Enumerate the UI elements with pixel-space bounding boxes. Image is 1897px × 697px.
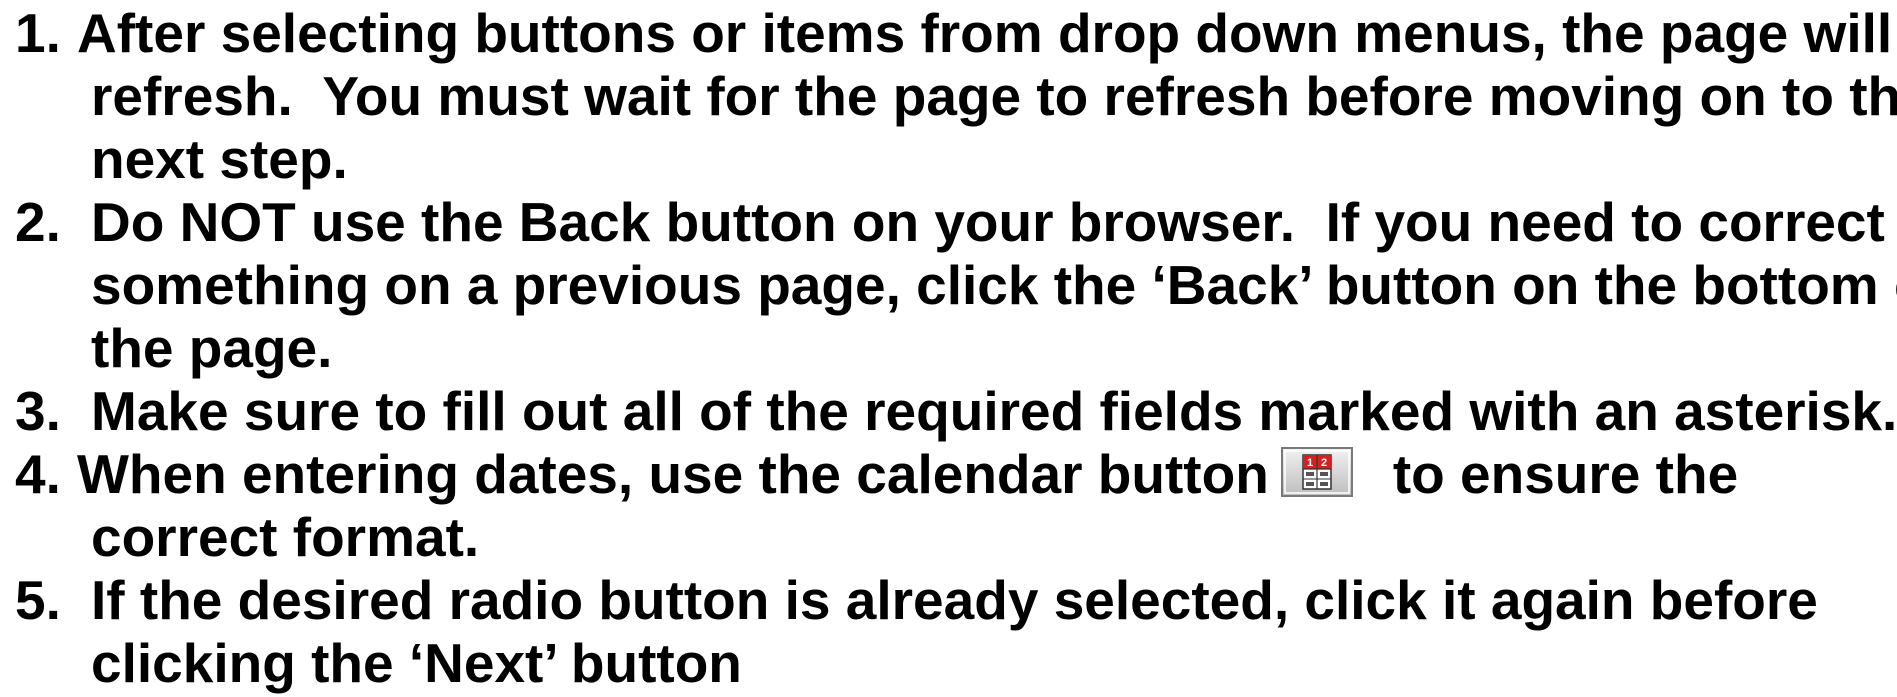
item-text: After selecting buttons or items from dr… [77, 2, 1897, 191]
item-line: Make sure to fill out all of the require… [91, 380, 1897, 442]
list-item: 2. Do NOT use the Back button on your br… [15, 191, 1897, 380]
list-item: 3. Make sure to fill out all of the requ… [15, 380, 1897, 443]
svg-text:1: 1 [1307, 457, 1313, 469]
item-line: something on a previous page, click the … [91, 254, 1897, 316]
item-line: the page. [91, 317, 333, 379]
item-line: correct format. [91, 506, 480, 568]
item-line: next step. [91, 128, 348, 190]
item-number: 4. [15, 443, 61, 505]
item-line: Do NOT use the Back button on your brows… [91, 191, 1885, 253]
item-number: 5. [15, 569, 61, 631]
list-item: 4. When entering dates, use the calendar… [15, 443, 1895, 569]
item-text: If the desired radio button is already s… [91, 569, 1818, 695]
item-line: refresh. You must wait for the page to r… [91, 65, 1897, 127]
item-line: If the desired radio button is already s… [91, 569, 1818, 631]
item-number: 1. [15, 2, 61, 64]
svg-text:2: 2 [1321, 457, 1327, 469]
item-text: Do NOT use the Back button on your brows… [91, 191, 1897, 380]
item-line-part: When entering dates, use the calendar bu… [77, 443, 1269, 505]
instructions-list: 1. After selecting buttons or items from… [15, 2, 1897, 695]
calendar-icon: 1 2 [1280, 447, 1353, 498]
item-line-part: to ensure the [1392, 443, 1739, 505]
item-number: 3. [15, 380, 61, 442]
item-text: Make sure to fill out all of the require… [91, 380, 1897, 443]
item-line: When entering dates, use the calendar bu… [77, 443, 1738, 506]
item-text: When entering dates, use the calendar bu… [77, 443, 1738, 569]
item-number: 2. [15, 191, 61, 253]
item-line: clicking the ‘Next’ button [91, 632, 742, 694]
list-item: 1. After selecting buttons or items from… [15, 2, 1897, 191]
list-item: 5. If the desired radio button is alread… [15, 569, 1895, 695]
item-line: After selecting buttons or items from dr… [77, 2, 1893, 64]
